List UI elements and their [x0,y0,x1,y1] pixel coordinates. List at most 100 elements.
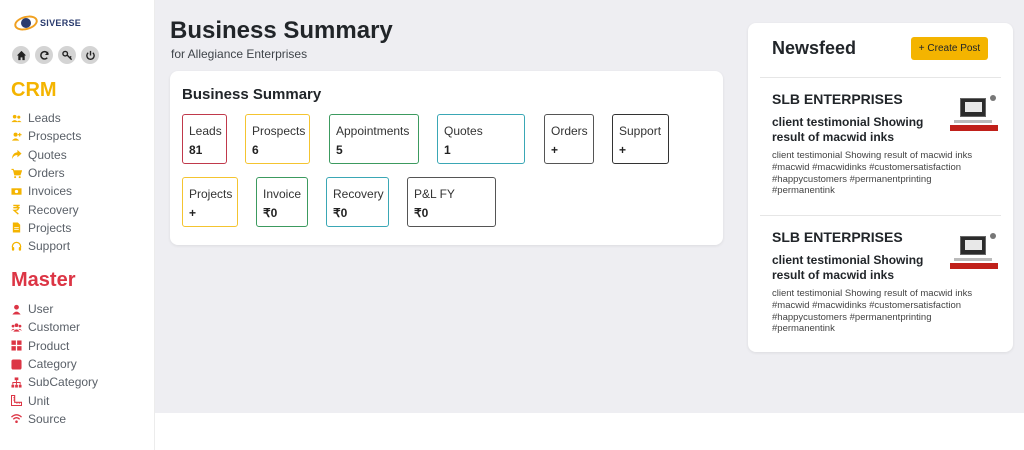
tile-label: Prospects [252,124,306,138]
sidebar-item-recovery[interactable]: Recovery [10,200,81,218]
post-headline: client testimonial Showing result of mac… [772,115,924,144]
tile-pl-fy[interactable]: P&L FY ₹0 [407,177,496,227]
sidebar-item-unit[interactable]: Unit [10,391,98,409]
sidebar-item-source[interactable]: Source [10,410,98,428]
tile-prospects[interactable]: Prospects 6 [245,114,310,164]
news-post[interactable]: SLB ENTERPRISES client testimonial Showi… [772,91,1002,201]
tile-value: ₹0 [414,206,429,220]
tile-projects[interactable]: Projects + [182,177,238,227]
logo-mark-icon [12,13,40,33]
post-body: client testimonial Showing result of mac… [772,288,973,335]
tile-value: + [551,143,559,157]
newsfeed-title: Newsfeed [772,38,857,58]
sidebar-item-label: SubCategory [28,375,99,390]
users-icon [10,321,23,333]
tile-value: 5 [336,143,343,157]
sidebar-item-user[interactable]: User [10,300,98,318]
brand-logo[interactable]: SIVERSE [12,12,82,34]
post-thumbnail[interactable] [950,229,998,275]
sidebar-item-support[interactable]: Support [10,237,81,255]
tile-value: + [619,143,627,157]
sidebar-item-projects[interactable]: Projects [10,219,81,237]
file-icon [10,222,23,234]
tile-value: 6 [252,143,259,157]
refresh-icon[interactable] [35,46,53,64]
divider [760,77,1001,78]
create-post-button[interactable]: + Create Post [911,37,988,60]
main-content: Business Summary for Allegiance Enterpri… [155,0,1024,413]
sidebar-item-label: Projects [28,220,72,235]
tile-value: ₹0 [333,206,348,220]
news-post[interactable]: SLB ENTERPRISES client testimonial Showi… [772,229,1002,339]
sidebar-item-product[interactable]: Product [10,337,98,355]
sidebar-item-orders[interactable]: Orders [10,164,81,182]
quick-actions [12,46,99,64]
sidebar-item-leads[interactable]: Leads [10,109,81,127]
tile-value: + [189,206,197,220]
sidebar-item-label: Recovery [28,202,79,217]
rupee-icon [10,204,23,216]
master-section-title: Master [11,269,76,291]
sidebar-item-label: Orders [28,166,65,181]
sidebar-item-prospects[interactable]: Prospects [10,127,81,145]
crm-section-title: CRM [11,79,57,101]
tile-recovery[interactable]: Recovery ₹0 [326,177,389,227]
tile-label: Support [619,124,662,138]
share-arrow-icon [10,149,23,161]
tile-label: Quotes [444,124,483,138]
user-icon [10,303,23,315]
power-icon[interactable] [81,46,99,64]
crm-nav: Leads Prospects Quotes Orders Invoices R… [10,109,81,255]
users-icon [10,112,23,124]
post-body: client testimonial Showing result of mac… [772,150,973,197]
post-thumbnail[interactable] [950,91,998,137]
sidebar-item-category[interactable]: Category [10,355,98,373]
home-icon[interactable] [12,46,30,64]
grid-icon [10,340,23,352]
logo-text: SIVERSE [40,18,82,28]
tile-appointments[interactable]: Appointments 5 [329,114,419,164]
newsfeed-card: Newsfeed + Create Post SLB ENTERPRISES c… [748,23,1013,352]
sidebar-item-label: User [28,302,54,317]
tile-label: Projects [189,187,233,201]
tile-value: 81 [189,143,203,157]
sitemap-icon [10,376,23,388]
wifi-icon [10,413,23,425]
sidebar-item-label: Source [28,411,67,426]
tile-support[interactable]: Support + [612,114,669,164]
post-headline: client testimonial Showing result of mac… [772,253,924,282]
tile-label: Appointments [336,124,410,138]
sidebar-item-label: Product [28,338,70,353]
post-company: SLB ENTERPRISES [772,229,903,245]
cart-icon [10,167,23,179]
sidebar-item-subcategory[interactable]: SubCategory [10,373,98,391]
sidebar-item-label: Support [28,239,71,254]
tile-quotes[interactable]: Quotes 1 [437,114,525,164]
sidebar-item-customer[interactable]: Customer [10,318,98,336]
square-icon [10,358,23,370]
tile-label: Invoice [263,187,302,201]
tile-value: ₹0 [263,206,278,220]
master-nav: User Customer Product Category SubCatego… [10,300,98,428]
page-subtitle: for Allegiance Enterprises [171,47,308,61]
sidebar-item-label: Customer [28,320,81,335]
sidebar-item-quotes[interactable]: Quotes [10,146,81,164]
money-bill-icon [10,185,23,197]
sidebar-item-label: Category [28,357,77,372]
tile-value: 1 [444,143,451,157]
sidebar-item-invoices[interactable]: Invoices [10,182,81,200]
key-icon[interactable] [58,46,76,64]
tile-orders[interactable]: Orders + [544,114,594,164]
tile-invoice[interactable]: Invoice ₹0 [256,177,308,227]
sidebar-item-label: Leads [28,111,61,126]
ruler-icon [10,395,23,407]
page-title: Business Summary [170,17,393,44]
sidebar-item-label: Invoices [28,184,73,199]
sidebar-item-label: Unit [28,393,50,408]
sidebar-item-label: Quotes [28,147,67,162]
tile-leads[interactable]: Leads 81 [182,114,227,164]
tile-label: Leads [189,124,222,138]
post-company: SLB ENTERPRISES [772,91,903,107]
sidebar: SIVERSE CRM Leads Prospects Quotes Order… [0,0,155,450]
summary-card-title: Business Summary [182,86,322,103]
